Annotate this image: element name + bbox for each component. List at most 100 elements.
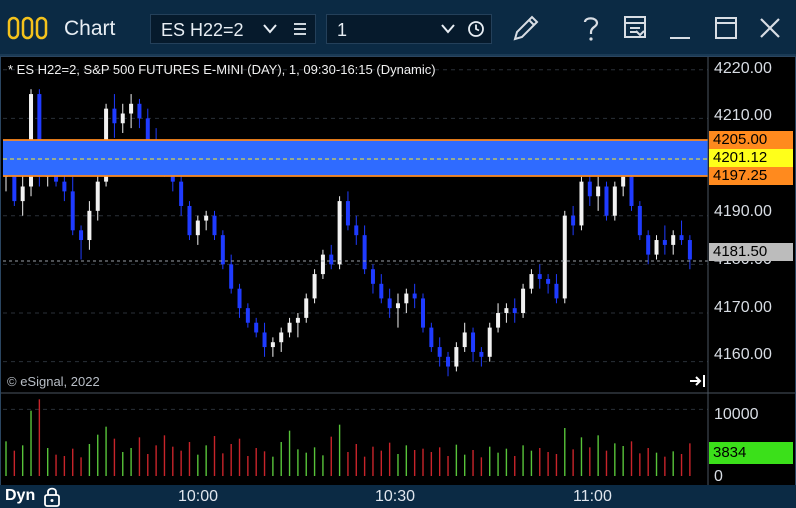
- candle-body: [354, 225, 359, 236]
- candle-body: [87, 210, 92, 241]
- candle-body: [496, 313, 501, 328]
- dynamic-label: Dyn: [5, 487, 36, 504]
- copyright-text: © eSignal, 2022: [7, 374, 100, 389]
- candle-body: [387, 298, 392, 309]
- candle-body: [145, 118, 150, 143]
- candles: [4, 89, 692, 377]
- candle-body: [295, 317, 300, 323]
- candle-body: [487, 327, 492, 357]
- chart-header: * ES H22=2, S&P 500 FUTURES E-MINI (DAY)…: [8, 62, 436, 77]
- help-icon[interactable]: [580, 14, 602, 42]
- candle-body: [179, 181, 184, 206]
- candle-body: [120, 113, 125, 124]
- candle-body: [395, 303, 400, 309]
- upper-level-tag: 4205.00: [709, 131, 793, 149]
- volume-bars: [5, 399, 691, 476]
- title-bar: Chart ES H22=2 1: [0, 0, 796, 56]
- candle-body: [129, 103, 134, 114]
- minimize-icon[interactable]: [669, 18, 691, 40]
- pencil-icon[interactable]: [511, 13, 541, 43]
- candle-body: [471, 332, 476, 352]
- time-axis-bar: Dyn 10:00 10:30 11:00: [0, 485, 796, 508]
- candle-body: [270, 342, 275, 348]
- candle-body: [671, 235, 676, 245]
- symbol-selector[interactable]: ES H22=2: [150, 14, 316, 44]
- candle-body: [370, 269, 375, 284]
- volume-tick: 10000: [714, 406, 759, 423]
- candle-body: [204, 215, 209, 221]
- candle-body: [320, 254, 325, 275]
- candle-body: [596, 186, 601, 197]
- time-tick: 10:30: [375, 488, 416, 505]
- candle-body: [312, 274, 317, 299]
- candle-body: [262, 332, 267, 348]
- candle-body: [571, 215, 576, 226]
- maximize-icon[interactable]: [715, 17, 737, 39]
- candle-body: [462, 332, 467, 348]
- candle-body: [579, 181, 584, 226]
- chevron-down-icon[interactable]: [263, 24, 277, 34]
- candle-body: [687, 240, 692, 260]
- candle-body: [95, 181, 100, 211]
- grid: [3, 69, 708, 410]
- candle-body: [379, 283, 384, 299]
- price-tick: 4170.00: [714, 299, 772, 316]
- candle-body: [329, 254, 334, 265]
- close-icon[interactable]: [759, 17, 781, 39]
- scroll-to-end-icon[interactable]: [689, 374, 707, 388]
- candle-body: [521, 288, 526, 314]
- candle-body: [479, 351, 484, 357]
- price-chart[interactable]: [0, 56, 796, 508]
- candle-body: [646, 235, 651, 255]
- interval-value: 1: [337, 20, 348, 40]
- price-tick: 4220.00: [714, 60, 772, 77]
- price-tick: 4190.00: [714, 203, 772, 220]
- time-tick: 10:00: [178, 488, 219, 505]
- candle-body: [621, 176, 626, 187]
- candle-body: [220, 235, 225, 265]
- clock-icon[interactable]: [467, 20, 485, 38]
- price-tick: 4160.00: [714, 346, 772, 363]
- candle-body: [679, 235, 684, 241]
- template-icon[interactable]: [623, 15, 647, 39]
- candle-body: [279, 332, 284, 343]
- candle-body: [454, 347, 459, 367]
- chevron-down-icon[interactable]: [441, 24, 455, 34]
- price-zone-band: [3, 140, 708, 176]
- candle-body: [612, 186, 617, 216]
- candle-body: [362, 235, 367, 270]
- candle-body: [62, 181, 67, 192]
- candle-body: [404, 293, 409, 304]
- lock-icon[interactable]: [42, 486, 62, 508]
- candle-body: [429, 327, 434, 348]
- chart-area[interactable]: * ES H22=2, S&P 500 FUTURES E-MINI (DAY)…: [0, 56, 796, 508]
- candle-body: [421, 298, 425, 328]
- candle-body: [654, 240, 659, 255]
- candle-body: [529, 274, 534, 289]
- candle-body: [212, 215, 217, 236]
- candle-body: [412, 293, 417, 299]
- candle-body: [587, 181, 592, 197]
- candle-body: [662, 240, 667, 245]
- interval-selector[interactable]: 1: [326, 14, 492, 44]
- time-tick: 11:00: [573, 488, 612, 505]
- candle-body: [629, 176, 634, 206]
- candle-body: [345, 201, 350, 226]
- candle-body: [137, 103, 142, 119]
- candle-body: [237, 288, 242, 309]
- list-icon[interactable]: [293, 22, 307, 36]
- candle-body: [112, 108, 117, 124]
- volume-last-tag: 3834: [709, 442, 793, 464]
- candle-body: [504, 308, 509, 314]
- candle-body: [562, 215, 567, 299]
- candle-body: [637, 205, 642, 236]
- price-tick: 4210.00: [714, 107, 772, 124]
- candle-body: [512, 308, 517, 314]
- candle-body: [70, 191, 75, 231]
- app-logo-icon: [6, 16, 50, 40]
- candle-body: [245, 308, 250, 323]
- candle-body: [554, 283, 559, 299]
- candle-body: [304, 298, 309, 318]
- candle-body: [229, 264, 234, 289]
- last-price-tag: 4181.50: [709, 243, 793, 261]
